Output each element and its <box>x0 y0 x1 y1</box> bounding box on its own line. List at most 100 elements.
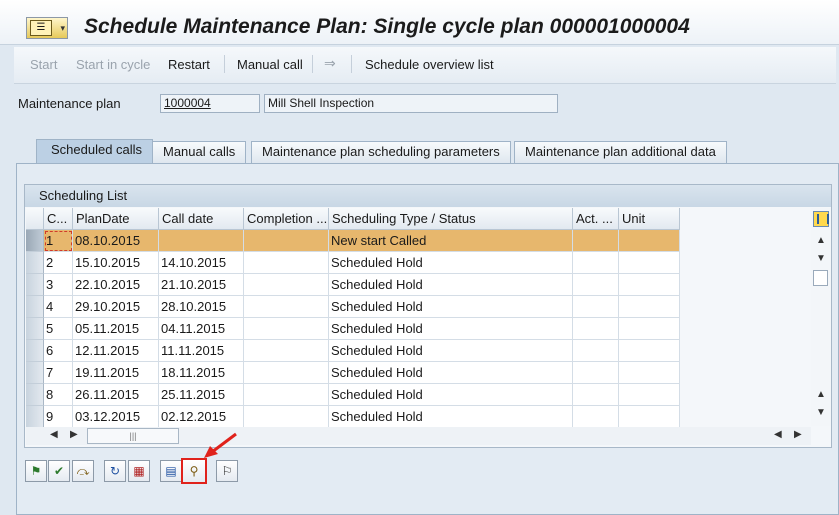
column-header-act[interactable]: Act. ... <box>573 208 619 230</box>
maintenance-plan-description-field[interactable]: Mill Shell Inspection <box>264 94 558 113</box>
cell-scheduling-type-status: Scheduled Hold <box>329 296 573 318</box>
scroll-up-icon[interactable]: ▲ <box>814 234 828 248</box>
cell-unit <box>619 252 680 274</box>
scroll-left-icon[interactable]: ◀ <box>50 429 58 440</box>
row-selector[interactable] <box>26 362 44 384</box>
release-call-icon[interactable]: ⚑ <box>25 460 47 482</box>
scroll-down-icon[interactable]: ▼ <box>814 252 828 266</box>
cell-act <box>573 362 619 384</box>
table-settings-icon[interactable] <box>813 211 829 227</box>
tab-manual-calls[interactable]: Manual calls <box>152 141 247 163</box>
cell-scheduling-type-status: Scheduled Hold <box>329 362 573 384</box>
page-up-icon[interactable]: ▲ <box>814 388 828 402</box>
cell-scheduling-type-status: Scheduled Hold <box>329 274 573 296</box>
cell-plan-date: 08.10.2015 <box>73 230 159 252</box>
cell-plan-date: 12.11.2015 <box>73 340 159 362</box>
row-selector[interactable] <box>26 296 44 318</box>
cell-act <box>573 296 619 318</box>
column-header-counter[interactable]: C... <box>44 208 73 230</box>
column-header-completion[interactable]: Completion ... <box>244 208 329 230</box>
table-row[interactable]: 2 15.10.2015 14.10.2015 Scheduled Hold <box>26 252 680 274</box>
cell-call-date: 14.10.2015 <box>159 252 244 274</box>
cell-act <box>573 318 619 340</box>
horizontal-scroll-thumb[interactable]: ||| <box>87 428 179 444</box>
cell-unit <box>619 230 680 252</box>
cell-completion <box>244 318 329 340</box>
vertical-scroll-thumb[interactable] <box>813 270 828 286</box>
cell-act <box>573 230 619 252</box>
maintenance-plan-label: Maintenance plan <box>18 96 121 111</box>
row-selector[interactable] <box>26 318 44 340</box>
cell-scheduling-type-status: Scheduled Hold <box>329 406 573 428</box>
calculator-icon[interactable]: ▤ <box>160 460 182 482</box>
cell-counter: 4 <box>44 296 73 318</box>
cell-completion <box>244 362 329 384</box>
scroll-right-icon[interactable]: ▶ <box>70 429 78 440</box>
table-row[interactable]: 6 12.11.2015 11.11.2015 Scheduled Hold <box>26 340 680 362</box>
cell-plan-date: 22.10.2015 <box>73 274 159 296</box>
page-right-icon[interactable]: ▶ <box>794 429 802 440</box>
cell-plan-date: 05.11.2015 <box>73 318 159 340</box>
maintenance-plan-number-field[interactable]: 1000004 <box>160 94 260 113</box>
row-selector[interactable] <box>26 252 44 274</box>
cell-call-date: 18.11.2015 <box>159 362 244 384</box>
table-row[interactable]: 5 05.11.2015 04.11.2015 Scheduled Hold <box>26 318 680 340</box>
cell-scheduling-type-status: Scheduled Hold <box>329 340 573 362</box>
cell-completion <box>244 406 329 428</box>
page-down-icon[interactable]: ▼ <box>814 406 828 420</box>
reschedule-icon[interactable]: ⇒ <box>324 55 336 72</box>
row-selector[interactable] <box>26 274 44 296</box>
cell-scheduling-type-status: Scheduled Hold <box>329 318 573 340</box>
row-selector[interactable] <box>26 340 44 362</box>
skip-call-icon[interactable]: ⤼ <box>72 460 94 482</box>
start-button[interactable]: Start <box>30 57 57 72</box>
cell-counter: 3 <box>44 274 73 296</box>
calendar-icon[interactable]: ▦ <box>128 460 150 482</box>
cell-act <box>573 406 619 428</box>
tab-additional-data[interactable]: Maintenance plan additional data <box>514 141 727 163</box>
table-row[interactable]: 8 26.11.2015 25.11.2015 Scheduled Hold <box>26 384 680 406</box>
table-row[interactable]: 1 08.10.2015 New start Called <box>26 230 680 252</box>
start-in-cycle-button[interactable]: Start in cycle <box>76 57 150 72</box>
fix-call-icon[interactable]: ✔ <box>48 460 70 482</box>
scheduling-list-title: Scheduling List <box>25 185 831 207</box>
schedule-overview-list-button[interactable]: Schedule overview list <box>365 57 494 72</box>
cell-act <box>573 252 619 274</box>
cell-unit <box>619 406 680 428</box>
cell-unit <box>619 296 680 318</box>
row-selector[interactable] <box>26 406 44 428</box>
tab-scheduled-calls[interactable]: Scheduled calls <box>36 139 154 164</box>
table-row[interactable]: 3 22.10.2015 21.10.2015 Scheduled Hold <box>26 274 680 296</box>
cell-call-date <box>159 230 244 252</box>
toolbar-separator <box>312 55 313 73</box>
cell-act <box>573 274 619 296</box>
cell-plan-date: 03.12.2015 <box>73 406 159 428</box>
column-header-plan-date[interactable]: PlanDate <box>73 208 159 230</box>
row-selector[interactable] <box>26 384 44 406</box>
application-toolbar: Start Start in cycle Restart Manual call… <box>14 47 836 84</box>
column-header-unit[interactable]: Unit <box>619 208 680 230</box>
manual-call-button[interactable]: Manual call <box>237 57 303 72</box>
system-menu-button[interactable]: ☰ ▾ <box>26 17 68 39</box>
table-row[interactable]: 7 19.11.2015 18.11.2015 Scheduled Hold <box>26 362 680 384</box>
table-row[interactable]: 4 29.10.2015 28.10.2015 Scheduled Hold <box>26 296 680 318</box>
table-row[interactable]: 9 03.12.2015 02.12.2015 Scheduled Hold <box>26 406 680 428</box>
flag-icon[interactable]: ⚐ <box>216 460 238 482</box>
cell-counter: 1 <box>44 230 73 252</box>
annotation-arrow-icon <box>204 432 237 458</box>
page-left-icon[interactable]: ◀ <box>774 429 782 440</box>
refresh-icon[interactable]: ↻ <box>104 460 126 482</box>
select-all-header[interactable] <box>26 208 44 230</box>
cell-act <box>573 340 619 362</box>
cell-counter: 8 <box>44 384 73 406</box>
column-header-scheduling-type-status[interactable]: Scheduling Type / Status <box>329 208 573 230</box>
cell-completion <box>244 340 329 362</box>
tab-scheduling-parameters[interactable]: Maintenance plan scheduling parameters <box>251 141 511 163</box>
restart-button[interactable]: Restart <box>168 57 210 72</box>
cell-counter: 7 <box>44 362 73 384</box>
row-selector[interactable] <box>26 230 44 252</box>
vertical-scrollbar[interactable]: ▲ ▼ ▲ ▼ <box>811 208 831 426</box>
column-header-call-date[interactable]: Call date <box>159 208 244 230</box>
call-object-icon[interactable]: ⚲ <box>181 458 207 484</box>
cell-call-date: 11.11.2015 <box>159 340 244 362</box>
